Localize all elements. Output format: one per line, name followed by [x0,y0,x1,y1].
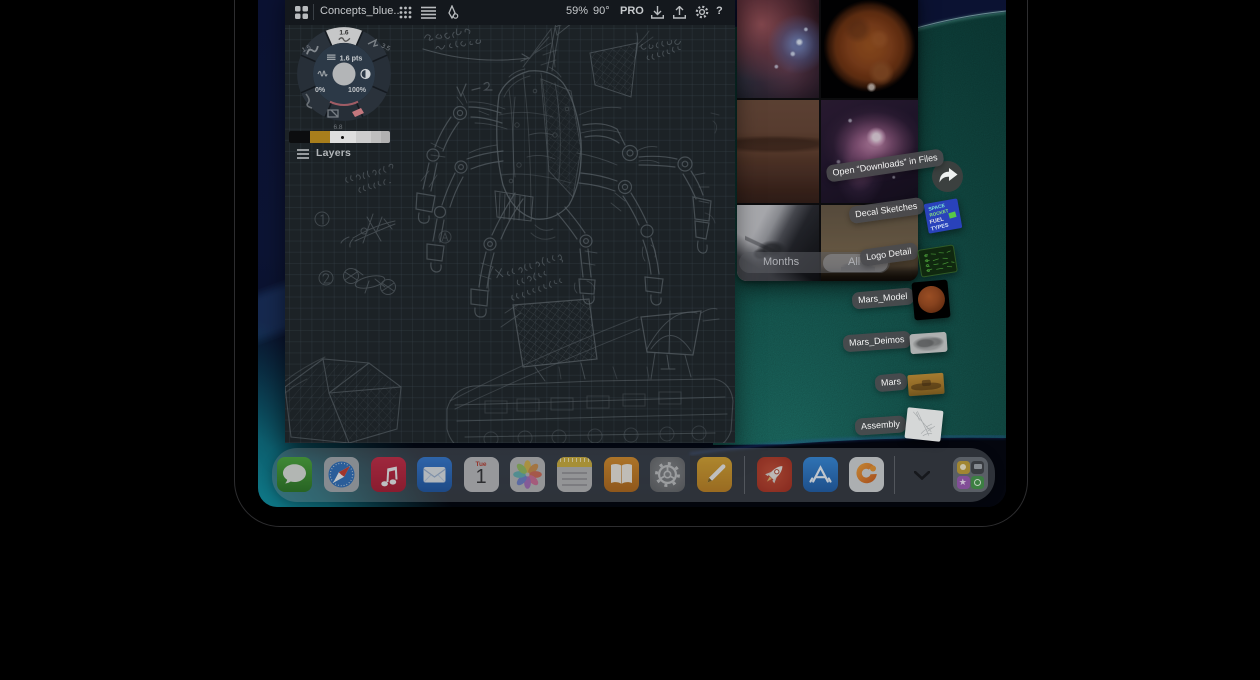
svg-text:1.6: 1.6 [339,30,348,37]
svg-text:0%: 0% [315,87,326,94]
svg-text:100%: 100% [348,87,367,94]
svg-text:1.6 pts: 1.6 pts [340,54,363,63]
svg-text:6.8: 6.8 [333,124,342,131]
